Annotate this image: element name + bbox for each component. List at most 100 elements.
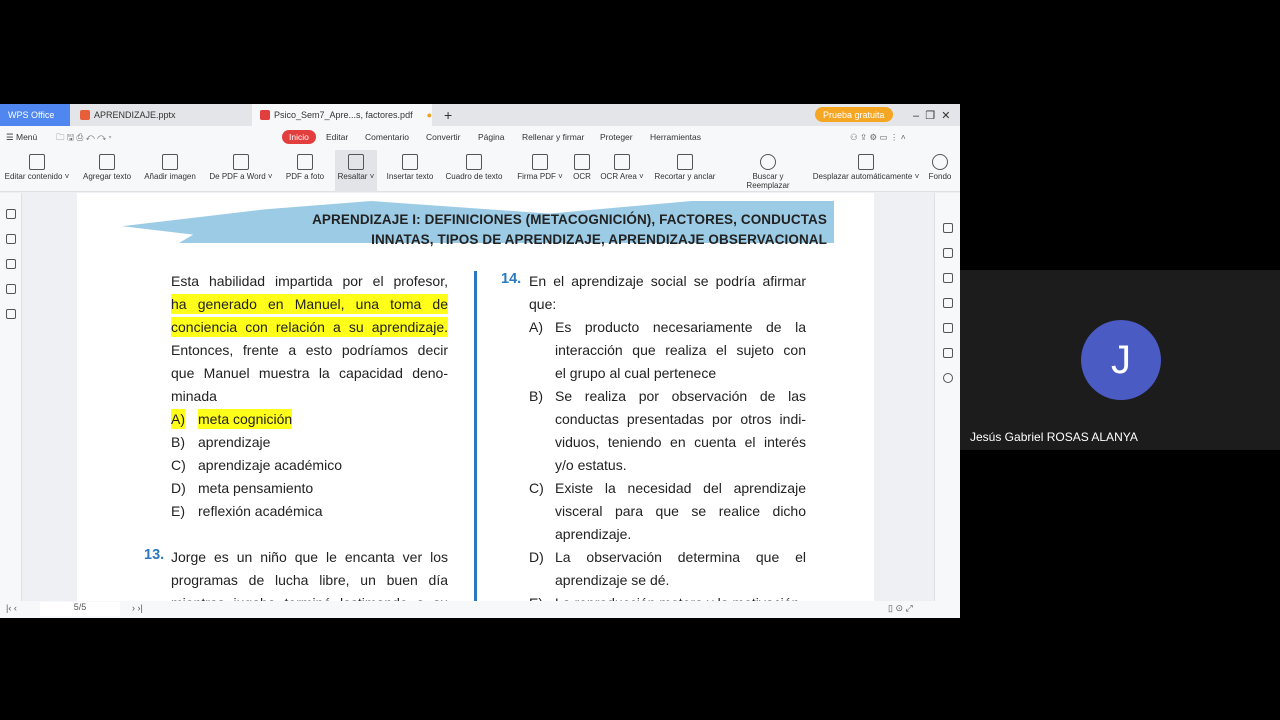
pdf-to-word-button[interactable]: De PDF a Word ˅ [208,150,274,192]
thumbnail-icon[interactable] [5,234,16,244]
sign-icon [532,154,548,170]
option-text: meta cognición [198,409,293,429]
tab-pagina[interactable]: Página [478,132,504,142]
tab-label: Psico_Sem7_Apre...s, factores.pdf [274,110,413,120]
scroll-icon [858,154,874,170]
option-text: el grupo al cual pertenece [555,365,717,381]
label: Recortar y anclar [654,172,716,181]
option-letter: C) [529,480,544,496]
ocr-area-icon [614,154,630,170]
option-letter: A) [529,319,543,335]
section-title-line1: APRENDIZAJE I: DEFINICIONES (METACOGNICI… [312,212,827,227]
tab-pdf[interactable]: Psico_Sem7_Apre...s, factores.pdf ● [252,104,432,126]
ocr-area-button[interactable]: OCR Area ˅ [600,150,644,192]
crop-icon [677,154,693,170]
section-title-line2: INNATAS, TIPOS DE APRENDIZAJE, APRENDIZA… [371,232,827,247]
ocr-icon [574,154,590,170]
text-line: que Manuel muestra la capacidad deno- [171,365,448,381]
window-controls[interactable]: – ❐ ✕ [905,104,950,126]
menu-label: Menú [15,132,38,142]
option-text: conductas presentadas por otros indi- [555,411,806,427]
ocr-button[interactable]: OCR [570,150,594,192]
attachment-icon[interactable] [5,284,16,294]
highlighter-icon [348,154,364,170]
comment-icon[interactable] [5,259,16,269]
add-text-button[interactable]: Agregar texto [80,150,134,192]
label: Insertar texto [386,172,434,181]
eye-icon [932,154,948,170]
option-letter: E) [529,593,543,601]
text-line: que: [529,296,557,312]
unsaved-dot-icon: ● [426,110,432,120]
trial-button[interactable]: Prueba gratuita [815,107,893,122]
crop-button[interactable]: Recortar y anclar [653,150,717,192]
page-number-input[interactable]: 5/5 [40,602,120,616]
column-divider [474,271,477,601]
text-icon [99,154,115,170]
view-mode-icons[interactable]: ▯ ⊙ ⤢ [888,603,913,614]
insert-text-icon [402,154,418,170]
signature-icon[interactable] [5,309,16,319]
zoom-icon[interactable] [942,348,953,358]
auto-scroll-button[interactable]: Desplazar automáticamente ˅ [812,150,920,192]
label: Firma PDF ˅ [517,172,563,181]
text-line: conciencia con relación a su aprendizaje… [171,317,448,337]
find-replace-button[interactable]: Buscar y Reemplazar [730,150,806,192]
crop-icon[interactable] [942,323,953,333]
option-letter: D) [171,480,186,496]
option-text: meta pensamiento [198,480,314,496]
tab-label: APRENDIZAJE.pptx [94,110,176,120]
word-icon [233,154,249,170]
list-icon[interactable] [942,298,953,308]
form-icon[interactable] [942,248,953,258]
edit-icon[interactable] [942,223,953,233]
tab-comentario[interactable]: Comentario [365,132,409,142]
option-text: La observación determina que el [555,549,806,565]
quick-access-icons[interactable]: 🗀 🖫 ⎙ ↶ ↷ ▿ [56,132,112,146]
text-line: minada [171,388,217,404]
option-letter: A) [171,409,185,429]
textbox-icon [466,154,482,170]
tab-proteger[interactable]: Proteger [600,132,633,142]
page-nav-next-last[interactable]: › ›| [132,603,143,613]
participant-name: Jesús Gabriel ROSAS ALANYA [970,430,1138,444]
account-share-settings-icons[interactable]: ⚇ ⇪ ⚙ ▭ ⋮ ˄ [850,132,906,143]
stamp-icon[interactable] [942,273,953,283]
right-sidebar [934,193,960,601]
pdf-sign-button[interactable]: Firma PDF ˅ [517,150,563,192]
option-text: Es producto necesariamente de la [555,319,806,335]
tab-herramientas[interactable]: Herramientas [650,132,701,142]
tab-bar: WPS Office APRENDIZAJE.pptx Psico_Sem7_A… [0,104,960,126]
text-line: programas de lucha libre, un buen día [171,572,448,588]
help-icon[interactable] [942,373,953,383]
highlight-button[interactable]: Resaltar ˅ [335,150,377,192]
tab-pptx[interactable]: APRENDIZAJE.pptx [72,104,250,126]
option-letter: B) [171,434,185,450]
label: Resaltar ˅ [337,172,375,181]
tab-inicio[interactable]: Inicio [282,130,316,144]
text-box-button[interactable]: Cuadro de texto [443,150,505,192]
menu-button[interactable]: ☰ Menú [6,132,37,143]
text-line: ha generado en Manuel, una toma de [171,294,448,314]
option-text: reflexión académica [198,503,323,519]
tab-editar[interactable]: Editar [326,132,348,142]
label: Editar contenido ˅ [4,172,70,181]
new-tab-button[interactable]: + [436,104,452,126]
option-letter: B) [529,388,543,404]
add-image-button[interactable]: Añadir imagen [140,150,200,192]
background-button[interactable]: Fondo [926,150,954,192]
insert-text-button[interactable]: Insertar texto [383,150,437,192]
pdf-page: APRENDIZAJE I: DEFINICIONES (METACOGNICI… [77,193,874,601]
tab-wps-office[interactable]: WPS Office [0,104,70,126]
search-icon [760,154,776,170]
label: PDF a foto [285,172,325,181]
tab-rellenar[interactable]: Rellenar y firmar [522,132,584,142]
bookmark-icon[interactable] [5,209,16,219]
option-text: Existe la necesidad del aprendizaje [555,480,806,496]
pdf-to-photo-button[interactable]: PDF a foto [282,150,328,192]
option-text: interacción que realiza el sujeto con [555,342,806,358]
page-nav-first-prev[interactable]: |‹ ‹ [6,603,17,613]
tab-convertir[interactable]: Convertir [426,132,460,142]
option-text: Se realiza por observación de las [555,388,806,404]
edit-content-button[interactable]: Editar contenido ˅ [2,150,72,192]
